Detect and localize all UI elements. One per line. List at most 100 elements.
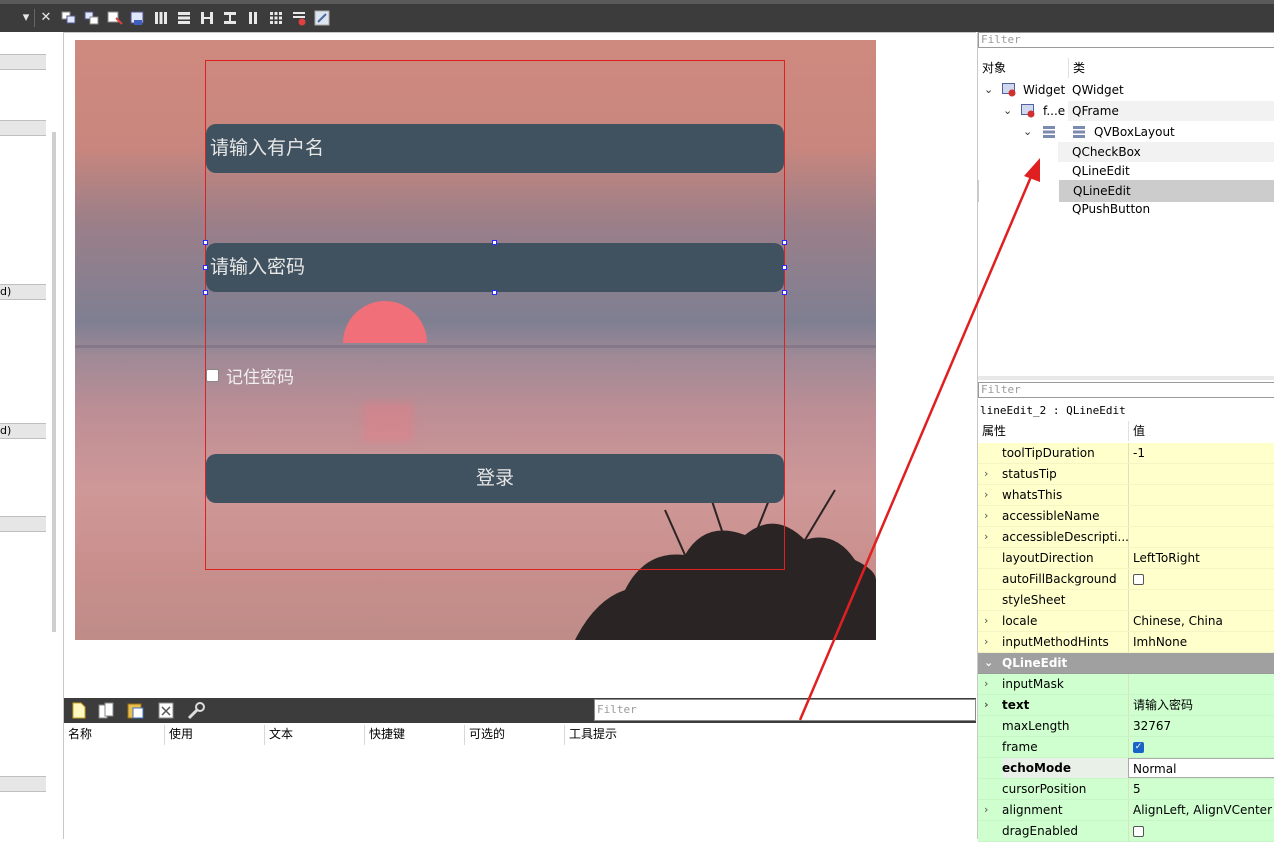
form-layout-icon[interactable] bbox=[268, 10, 284, 26]
checkbox-unchecked-icon[interactable] bbox=[1133, 574, 1144, 585]
property-row[interactable]: toolTipDuration -1 bbox=[978, 443, 1274, 464]
new-action-icon[interactable] bbox=[72, 702, 86, 722]
property-value[interactable] bbox=[1128, 485, 1274, 505]
property-value[interactable]: ImhNone bbox=[1128, 632, 1274, 652]
chevron-right-icon[interactable]: › bbox=[984, 527, 988, 547]
column-header-used[interactable]: 使用 bbox=[164, 725, 264, 745]
chevron-right-icon[interactable]: › bbox=[984, 485, 988, 505]
property-row[interactable]: frame ✓ bbox=[978, 737, 1274, 758]
widget-box-section-header[interactable] bbox=[0, 120, 46, 136]
chevron-right-icon[interactable]: › bbox=[984, 800, 988, 820]
value-column-header[interactable]: 值 bbox=[1128, 421, 1274, 441]
delete-action-icon[interactable] bbox=[158, 702, 174, 722]
break-layout-icon[interactable] bbox=[291, 10, 307, 26]
adjust-size-icon[interactable] bbox=[314, 10, 330, 26]
property-value[interactable]: 请输入密码 bbox=[1128, 695, 1274, 715]
tree-row-frame[interactable]: ⌄ f...e QFrame bbox=[978, 101, 1274, 121]
chevron-down-icon[interactable]: ⌄ bbox=[984, 653, 993, 673]
property-value[interactable] bbox=[1128, 590, 1274, 610]
chevron-right-icon[interactable]: › bbox=[984, 464, 988, 484]
property-row[interactable]: autoFillBackground bbox=[978, 569, 1274, 590]
tree-row-checkbox[interactable]: QCheckBox bbox=[978, 142, 1274, 162]
selection-handle[interactable] bbox=[782, 240, 787, 245]
property-row[interactable]: › locale Chinese, China bbox=[978, 611, 1274, 632]
object-column-header[interactable]: 对象 bbox=[978, 58, 1068, 78]
column-header-checkable[interactable]: 可选的 bbox=[464, 725, 564, 745]
paste-action-icon[interactable] bbox=[127, 702, 145, 722]
property-value[interactable]: AlignLeft, AlignVCenter bbox=[1128, 800, 1274, 820]
selection-handle[interactable] bbox=[782, 290, 787, 295]
selection-handle[interactable] bbox=[203, 240, 208, 245]
tree-row-vboxlayout[interactable]: ⌄ QVBoxLayout bbox=[978, 122, 1274, 142]
property-row[interactable]: layoutDirection LeftToRight bbox=[978, 548, 1274, 569]
column-header-tooltip[interactable]: 工具提示 bbox=[564, 725, 664, 745]
property-row[interactable]: › statusTip bbox=[978, 464, 1274, 485]
property-value[interactable] bbox=[1128, 527, 1274, 547]
layout-v-icon[interactable] bbox=[84, 10, 100, 26]
property-value[interactable]: Chinese, China bbox=[1128, 611, 1274, 631]
action-filter-input[interactable]: Filter bbox=[594, 699, 976, 721]
property-value[interactable]: 5 bbox=[1128, 779, 1274, 799]
property-section-qlineedit[interactable]: ⌄ QLineEdit bbox=[978, 653, 1274, 674]
configure-wrench-icon[interactable] bbox=[186, 701, 206, 723]
buddy-icon[interactable] bbox=[107, 10, 123, 26]
selection-handle[interactable] bbox=[782, 265, 787, 270]
property-row-echomode[interactable]: echoMode Normal bbox=[978, 758, 1274, 779]
widget-box-scrollbar[interactable] bbox=[52, 132, 56, 632]
property-value[interactable] bbox=[1128, 506, 1274, 526]
checkbox-checked-icon[interactable]: ✓ bbox=[1133, 742, 1144, 753]
widget-box-section-header[interactable] bbox=[0, 516, 46, 532]
class-column-header[interactable]: 类 bbox=[1068, 58, 1274, 78]
dropdown-icon[interactable]: ▾ bbox=[18, 10, 34, 26]
password-line-edit[interactable]: 请输入密码 bbox=[206, 243, 784, 292]
chevron-down-icon[interactable]: ⌄ bbox=[1023, 122, 1032, 142]
object-filter-input[interactable]: Filter bbox=[978, 32, 1274, 48]
property-row[interactable]: › inputMethodHints ImhNone bbox=[978, 632, 1274, 653]
dock-splitter[interactable] bbox=[978, 376, 1274, 380]
property-value[interactable] bbox=[1128, 464, 1274, 484]
column-header-text[interactable]: 文本 bbox=[264, 725, 364, 745]
property-row[interactable]: cursorPosition 5 bbox=[978, 779, 1274, 800]
remember-password-checkbox[interactable]: 记住密码 bbox=[206, 366, 294, 388]
property-row[interactable]: › accessibleName bbox=[978, 506, 1274, 527]
property-row[interactable]: › alignment AlignLeft, AlignVCenter bbox=[978, 800, 1274, 821]
property-row[interactable]: › accessibleDescripti... bbox=[978, 527, 1274, 548]
selection-handle[interactable] bbox=[492, 240, 497, 245]
checkbox-indicator[interactable] bbox=[206, 368, 219, 382]
column-header-name[interactable]: 名称 bbox=[64, 725, 164, 745]
tree-row-pushbutton[interactable]: QPushButton bbox=[978, 199, 1274, 219]
column-header-shortcut[interactable]: 快捷键 bbox=[364, 725, 464, 745]
property-row[interactable]: maxLength 32767 bbox=[978, 716, 1274, 737]
hbox-icon[interactable] bbox=[153, 10, 169, 26]
property-filter-input[interactable]: Filter bbox=[978, 382, 1274, 398]
splitter-v-icon[interactable] bbox=[222, 10, 238, 26]
splitter-h-icon[interactable] bbox=[199, 10, 215, 26]
property-row[interactable]: styleSheet bbox=[978, 590, 1274, 611]
chevron-down-icon[interactable]: ⌄ bbox=[1003, 101, 1012, 121]
widget-box-section-header[interactable] bbox=[0, 776, 46, 792]
chevron-right-icon[interactable]: › bbox=[984, 695, 989, 715]
selection-handle[interactable] bbox=[203, 290, 208, 295]
chevron-right-icon[interactable]: › bbox=[984, 506, 988, 526]
property-row-text[interactable]: › text 请输入密码 bbox=[978, 695, 1274, 716]
property-value[interactable]: 32767 bbox=[1128, 716, 1274, 736]
echomode-combo[interactable]: Normal bbox=[1128, 758, 1274, 778]
chevron-right-icon[interactable]: › bbox=[984, 611, 988, 631]
checkbox-unchecked-icon[interactable] bbox=[1133, 826, 1144, 837]
widget-box-section-header[interactable]: d) bbox=[0, 284, 46, 300]
tab-order-icon[interactable] bbox=[130, 10, 146, 26]
close-icon[interactable]: ✕ bbox=[38, 10, 54, 26]
chevron-down-icon[interactable]: ⌄ bbox=[984, 80, 993, 100]
login-button[interactable]: 登录 bbox=[206, 454, 784, 503]
selection-handle[interactable] bbox=[203, 265, 208, 270]
widget-box-section-header[interactable]: d) bbox=[0, 423, 46, 439]
property-column-header[interactable]: 属性 bbox=[978, 421, 1128, 441]
property-value[interactable] bbox=[1128, 674, 1274, 694]
chevron-right-icon[interactable]: › bbox=[984, 674, 988, 694]
copy-action-icon[interactable] bbox=[98, 702, 116, 722]
property-value[interactable]: -1 bbox=[1128, 443, 1274, 463]
chevron-right-icon[interactable]: › bbox=[984, 632, 988, 652]
widget-box-section-header[interactable] bbox=[0, 54, 46, 70]
tree-row-lineedit[interactable]: QLineEdit bbox=[978, 161, 1274, 181]
grid-icon[interactable] bbox=[245, 10, 261, 26]
